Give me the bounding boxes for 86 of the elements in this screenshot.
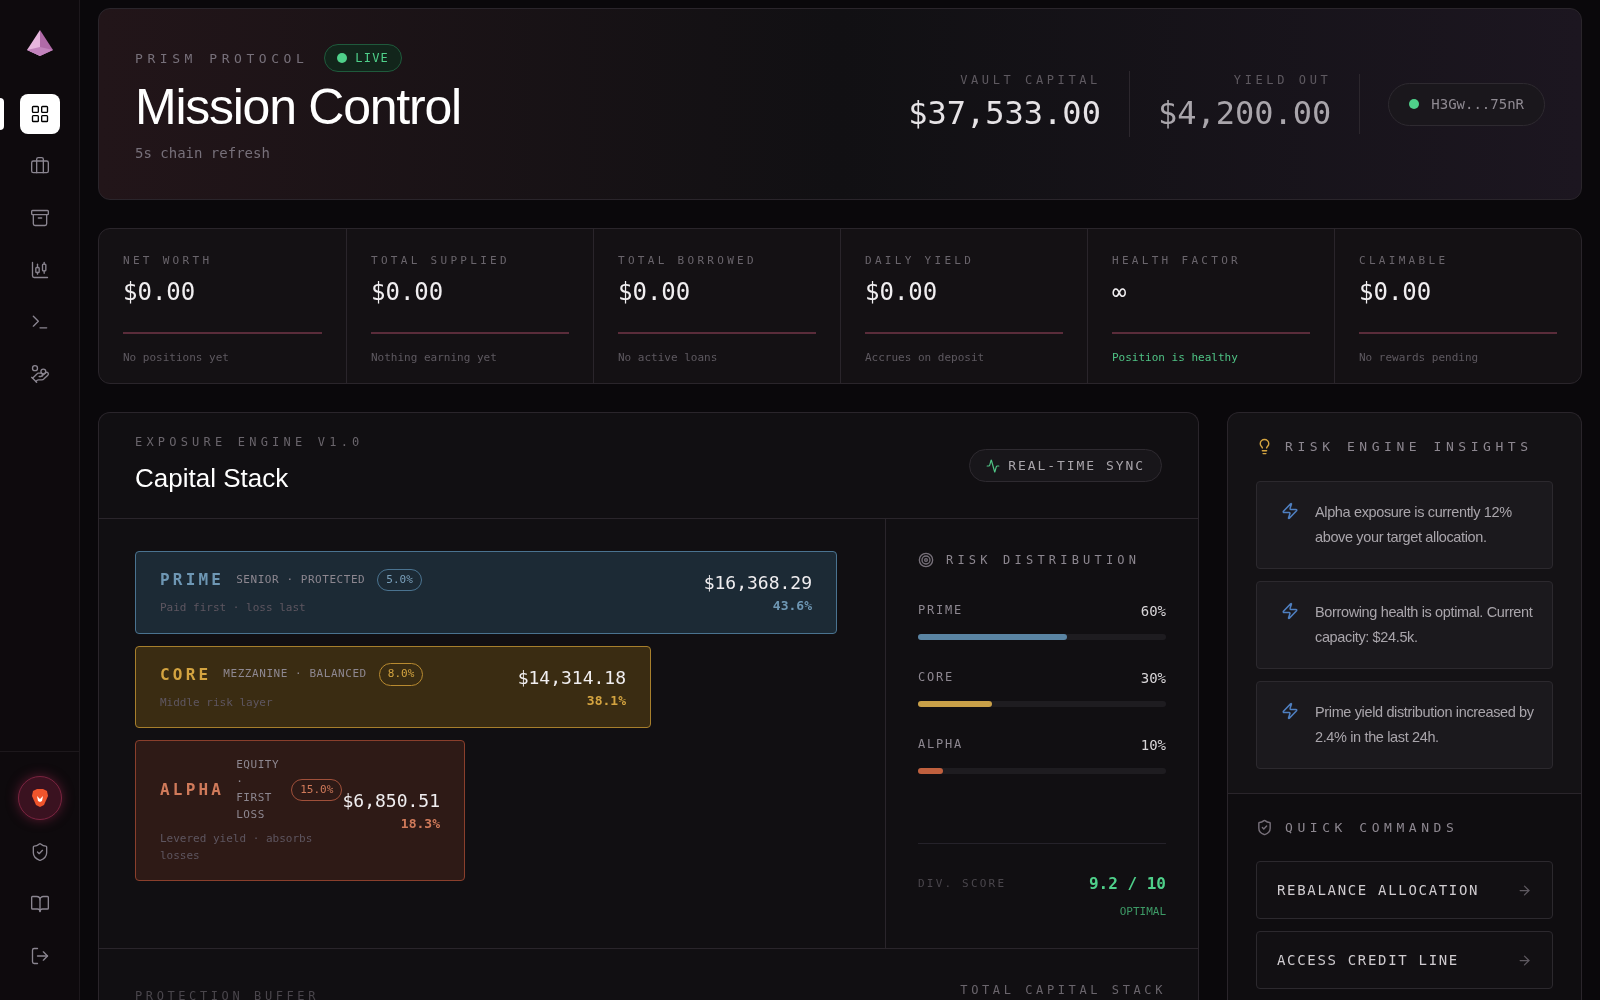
page-title: Mission Control	[135, 78, 461, 138]
lightning-icon	[1281, 601, 1299, 620]
target-icon	[918, 552, 934, 568]
tranche-tag: EQUITY · FIRST LOSS	[236, 757, 280, 823]
stat-label: TOTAL BORROWED	[618, 253, 758, 269]
metric-value: $37,533.00	[908, 93, 1101, 134]
tranche-share: 18.3%	[400, 815, 440, 834]
metric-label: YIELD OUT	[1233, 72, 1332, 89]
tranche-tag: MEZZANINE · BALANCED	[223, 666, 367, 683]
logout-icon	[29, 946, 50, 966]
stat-note: Position is healthy	[1112, 349, 1239, 366]
panel-title: QUICK COMMANDS	[1285, 818, 1459, 837]
lightning-icon	[1281, 501, 1299, 520]
section-title: Capital Stack	[135, 462, 290, 495]
dashboard-icon	[29, 104, 50, 124]
tranche-card[interactable]: ALPHA EQUITY · FIRST LOSS 15.0% Levered yield · absorbs losses $6,850.51 18.3%	[135, 740, 465, 881]
prism-logo-icon	[24, 28, 55, 58]
metric-value: $4,200.00	[1157, 93, 1332, 134]
stat-value: ∞	[1112, 276, 1128, 308]
shield-check-icon	[1256, 818, 1273, 836]
distribution-label: ALPHA	[918, 736, 964, 753]
distribution-value: 30%	[1140, 669, 1166, 688]
hand-coins-icon	[29, 364, 50, 384]
stat-note: No active loans	[618, 349, 719, 366]
panel-title: RISK ENGINE INSIGHTS	[1285, 438, 1533, 456]
distribution-value: 60%	[1140, 602, 1166, 621]
insight-text: Prime yield distribution increased by 2.4% in the last 24h.	[1315, 702, 1535, 747]
tranche-tag: SENIOR · PROTECTED	[236, 571, 366, 589]
command-button[interactable]: REBALANCE ALLOCATION	[1256, 861, 1553, 919]
lion-shield-icon	[30, 788, 49, 808]
stat-value: $0.00	[865, 276, 939, 308]
tranche-card[interactable]: PRIME SENIOR · PROTECTED 5.0% Paid first · loss last $16,368.29 43.6%	[135, 551, 837, 634]
stat-note: No rewards pending	[1359, 349, 1480, 366]
metric-label: VAULT CAPITAL	[960, 72, 1101, 89]
stat-label: HEALTH FACTOR	[1112, 253, 1242, 269]
tranche-name: CORE	[160, 663, 212, 686]
insight-text: Alpha exposure is currently 12% above your target allocation.	[1315, 502, 1513, 547]
eyebrow-label: PRISM PROTOCOL	[135, 49, 309, 68]
score-status: OPTIMAL	[1119, 903, 1166, 920]
refresh-note: 5s chain refresh	[135, 143, 271, 163]
distribution-title: RISK DISTRIBUTION	[946, 552, 1141, 569]
stat-value: $0.00	[618, 276, 692, 308]
stat-note: Accrues on deposit	[865, 349, 986, 366]
command-button[interactable]: ACCESS CREDIT LINE	[1256, 931, 1553, 989]
tranche-share: 38.1%	[586, 691, 626, 710]
tranche-share: 43.6%	[772, 597, 812, 615]
tranche-amount: $16,368.29	[703, 571, 812, 595]
wallet-button[interactable]: H3Gw...75nR	[1388, 82, 1545, 126]
archive-icon	[29, 208, 50, 228]
distribution-value: 10%	[1140, 736, 1166, 755]
eyebrow-label: EXPOSURE ENGINE V1.0	[135, 434, 364, 451]
stat-label: TOTAL SUPPLIED	[371, 253, 511, 269]
tranche-name: PRIME	[160, 569, 225, 591]
tranche-name: ALPHA	[160, 779, 225, 801]
stat-note: No positions yet	[123, 349, 230, 366]
nav-button[interactable]	[19, 94, 60, 134]
briefcase-icon	[29, 156, 50, 176]
tranche-amount: $14,314.18	[517, 665, 626, 690]
tranche-description: Middle risk layer	[160, 694, 274, 711]
arrow-right-icon	[1517, 952, 1532, 968]
stat-label: DAILY YIELD	[865, 253, 976, 269]
sync-badge: REAL-TIME SYNC	[969, 448, 1162, 483]
book-icon	[29, 894, 50, 914]
stat-note: Nothing earning yet	[371, 349, 498, 366]
tranche-description: Levered yield · absorbs losses	[160, 831, 314, 864]
distribution-label: CORE	[918, 669, 955, 686]
buffer-label: PROTECTION BUFFER	[135, 988, 320, 1000]
distribution-label: PRIME	[918, 602, 964, 619]
insight-text: Borrowing health is optimal. Current capacity: $24.5k.	[1315, 602, 1534, 647]
stat-value: $0.00	[1359, 276, 1433, 308]
arrow-right-icon	[1517, 882, 1532, 898]
score-value: 9.2 / 10	[1088, 872, 1166, 895]
score-label: DIV. SCORE	[918, 875, 1007, 892]
avatar[interactable]	[17, 776, 62, 820]
tranche-card[interactable]: CORE MEZZANINE · BALANCED 8.0% Middle risk layer $14,314.18 38.1%	[135, 645, 651, 728]
stat-value: $0.00	[123, 276, 197, 308]
candlestick-chart-icon	[29, 260, 50, 280]
tranche-amount: $6,850.51	[342, 789, 440, 814]
stat-value: $0.00	[371, 276, 445, 308]
live-badge: LIVE	[324, 44, 402, 73]
total-label: TOTAL CAPITAL STACK	[960, 982, 1166, 999]
stat-label: CLAIMABLE	[1359, 253, 1450, 269]
lightning-icon	[1281, 701, 1299, 720]
pulse-icon	[986, 458, 1001, 473]
tranche-description: Paid first · loss last	[160, 600, 307, 616]
stat-label: NET WORTH	[123, 253, 214, 269]
